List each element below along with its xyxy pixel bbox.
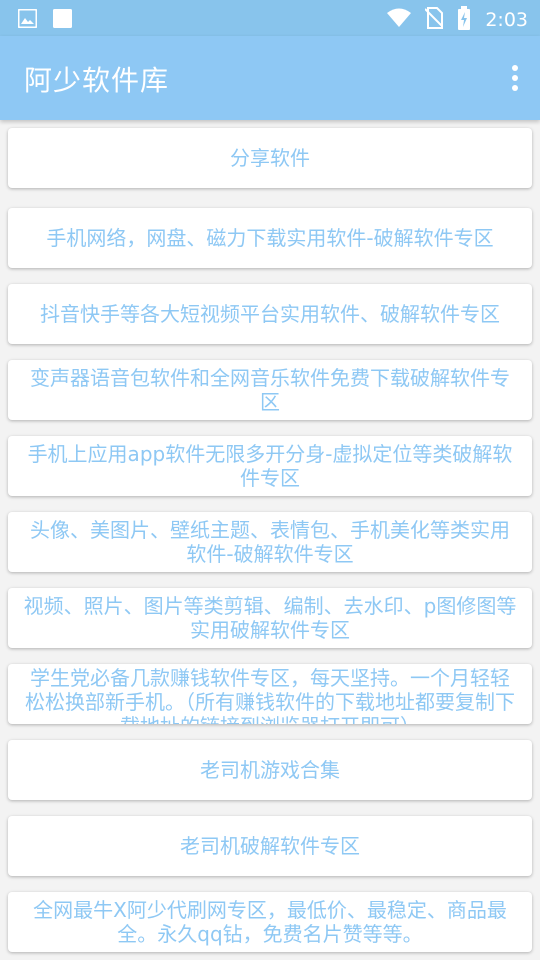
wifi-icon [387,8,412,32]
no-sim-icon [424,7,445,33]
list-item-label: 抖音快手等各大短视频平台实用软件、破解软件专区 [40,302,500,326]
list-item[interactable]: 学生党必备几款赚钱软件专区，每天坚持。一个月轻轻松松换部新手机。（所有赚钱软件的… [8,664,532,724]
list-item[interactable]: 抖音快手等各大短视频平台实用软件、破解软件专区 [8,284,532,344]
list-item-label: 全网最牛X阿少代刷网专区，最低价、最稳定、商品最全。永久qq钻，免费名片赞等等。 [33,898,507,946]
list-item[interactable]: 视频、照片、图片等类剪辑、编制、去水印、p图修图等实用破解软件专区 [8,588,532,648]
app-title: 阿少软件库 [24,64,170,97]
square-icon [53,9,72,32]
app-bar: 阿少软件库 [0,36,540,120]
list-item-label: 变声器语音包软件和全网音乐软件免费下载破解软件专区 [30,366,510,414]
list-item-label: 老司机破解软件专区 [180,834,360,858]
status-bar: 2:03 [0,0,540,36]
list-item-label: 头像、美图片、壁纸主题、表情包、手机美化等类实用软件-破解软件专区 [30,518,510,566]
list-item-label: 学生党必备几款赚钱软件专区，每天坚持。一个月轻轻松松换部新手机。（所有赚钱软件的… [25,666,515,724]
list-item[interactable]: 变声器语音包软件和全网音乐软件免费下载破解软件专区 [8,360,532,420]
list-item-label: 视频、照片、图片等类剪辑、编制、去水印、p图修图等实用破解软件专区 [23,594,517,642]
battery-charging-icon [457,6,471,34]
more-vert-icon[interactable] [506,62,524,94]
list-item-label: 老司机游戏合集 [200,758,340,782]
list-item-label: 手机上应用app软件无限多开分身-虚拟定位等类破解软件专区 [27,442,513,490]
list-item-label: 分享软件 [230,146,310,170]
list-item[interactable]: 分享软件 [8,128,532,188]
list-item[interactable]: 头像、美图片、壁纸主题、表情包、手机美化等类实用软件-破解软件专区 [8,512,532,572]
list-item[interactable]: 老司机破解软件专区 [8,816,532,876]
list-item-label: 手机网络，网盘、磁力下载实用软件-破解软件专区 [46,226,494,250]
status-time: 2:03 [485,9,528,31]
category-list: 分享软件 手机网络，网盘、磁力下载实用软件-破解软件专区 抖音快手等各大短视频平… [0,120,540,960]
list-item[interactable]: 手机网络，网盘、磁力下载实用软件-破解软件专区 [8,208,532,268]
image-icon [17,8,38,32]
list-item[interactable]: 手机上应用app软件无限多开分身-虚拟定位等类破解软件专区 [8,436,532,496]
list-item[interactable]: 全网最牛X阿少代刷网专区，最低价、最稳定、商品最全。永久qq钻，免费名片赞等等。 [8,892,532,952]
list-item[interactable]: 老司机游戏合集 [8,740,532,800]
